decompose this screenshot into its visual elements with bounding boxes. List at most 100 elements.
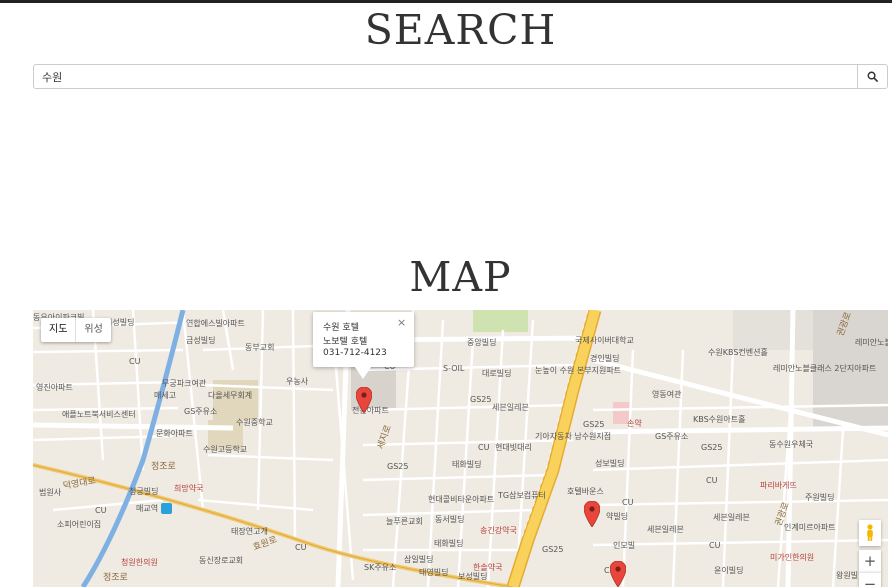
map-label: 주원빌딩 — [805, 493, 835, 502]
map-label: 삼일빌딩 — [404, 555, 434, 564]
map-label: 동부교회 — [245, 343, 275, 352]
map-label: 인모빌 — [613, 541, 636, 550]
map-label: 다올세무회계 — [208, 391, 253, 400]
map-label: 레미안노블클래스 2단지아파트 — [773, 364, 877, 373]
map-label: 무궁파크여관 — [162, 379, 207, 388]
map-label: 호텔바운스 — [567, 487, 604, 496]
map-label: KBS수원아트홀 — [693, 415, 746, 424]
marker-pin-icon — [355, 386, 373, 414]
map-label: CU — [622, 498, 634, 507]
map-label: GS25 — [542, 545, 564, 554]
map-label: 미가인한의원 — [770, 553, 815, 562]
map-label: 소피어린이집 — [57, 520, 102, 529]
info-phone: 031-712-4123 — [323, 348, 387, 358]
map-label: 현대빗대리 — [495, 443, 532, 452]
map-marker[interactable] — [355, 386, 373, 414]
search-input[interactable] — [33, 64, 858, 89]
zoom-in-button[interactable]: + — [859, 550, 881, 572]
map-label: GS25 — [583, 420, 605, 429]
map-label: 청궁빌딩 — [129, 487, 159, 496]
map-label: 대로빌딩 — [482, 369, 512, 378]
map-type-control: 지도 위성 — [41, 318, 111, 342]
map-label: 연합에스빌아파트 — [186, 319, 245, 328]
map-label: 현대콜비타운아파트 — [428, 495, 495, 504]
map-label: GS25 — [470, 395, 492, 404]
map-label: 중앙빌딩 — [467, 338, 497, 347]
map-label: 금성빌딩 — [186, 336, 216, 345]
map-label: CU — [129, 357, 141, 366]
map-label: 경인빌딩 — [590, 354, 620, 363]
map-label: 레미안노블 1단지 — [855, 338, 888, 347]
map-label: 세븐일레븐 — [647, 525, 684, 534]
map-label: CU — [95, 506, 107, 515]
map-label: 동신장로교회 — [199, 556, 244, 565]
map-label: 문화아파트 — [156, 429, 193, 438]
info-hotel-name: 수원 호텔 — [323, 323, 359, 333]
zoom-out-button[interactable]: − — [859, 572, 881, 587]
map-label: 기아자동차 남수원지점 — [535, 432, 612, 441]
map-view[interactable]: 동우아이파크빌 거성빌딩 연합에스빌아파트 금성빌딩 동부교회 영진아파트 무궁… — [33, 310, 888, 587]
map-label: 희망약국 — [174, 484, 204, 493]
map-label: 수원고등학교 — [203, 445, 248, 454]
map-label: TG삼보컴퓨터 — [498, 491, 546, 500]
search-heading: SEARCH — [364, 6, 557, 54]
map-label: 정조로 — [151, 462, 176, 472]
map-label: 인계미르아파트 — [784, 523, 836, 532]
map-label: 약빌딩 — [606, 512, 629, 521]
map-label: 영진아파트 — [36, 383, 73, 392]
map-label: GS주유소 — [655, 432, 689, 441]
info-window-tail — [355, 367, 371, 379]
map-label: CU — [478, 443, 490, 452]
map-label: 동수원우체국 — [769, 440, 814, 449]
map-label: 한솔약국 — [473, 563, 503, 572]
map-label: 청원한의원 — [121, 558, 158, 567]
map-label: 윤이빌딩 — [714, 566, 744, 575]
map-label: 눈높이 수원 본부지원파트 — [535, 366, 622, 375]
map-label: 애플노트북서비스센터 — [62, 410, 136, 419]
map-label: CU — [709, 541, 721, 550]
map-marker[interactable] — [583, 500, 601, 528]
map-label: 범원사 — [39, 488, 62, 497]
map-type-satellite-button[interactable]: 위성 — [75, 318, 110, 342]
close-icon[interactable]: × — [397, 317, 406, 329]
map-label: 성보빌딩 — [595, 459, 625, 468]
map-label: 우농사 — [286, 377, 309, 386]
map-label: 매교역 — [136, 504, 159, 513]
map-label: S-OIL — [443, 364, 465, 373]
map-type-map-button[interactable]: 지도 — [41, 318, 75, 342]
pegman-figure-icon — [867, 524, 873, 541]
map-label: GS주유소 — [184, 407, 218, 416]
street-view-pegman-icon[interactable] — [859, 520, 881, 546]
map-label: 동서빌딩 — [435, 515, 465, 524]
marker-pin-icon — [583, 500, 601, 528]
map-label: 영동여관 — [652, 390, 682, 399]
map-label: 국제사이버대학교 — [575, 336, 634, 345]
map-info-window: 수원 호텔 노보텔 호텔 031-712-4123 × — [313, 312, 414, 379]
map-label: 수원KBS컨벤션홀 — [708, 348, 768, 357]
map-heading: MAP — [409, 253, 512, 301]
map-label: 매세고 — [154, 391, 177, 400]
map-label: 태화빌딩 — [452, 460, 482, 469]
map-label: 손약 — [627, 419, 642, 428]
subway-icon — [161, 503, 172, 514]
map-label: 정조로 — [103, 573, 128, 583]
map-label: 늘푸른교회 — [386, 517, 423, 526]
search-button[interactable] — [857, 64, 888, 89]
map-label: 태장연고개 — [231, 527, 268, 536]
map-label: 태화빌딩 — [434, 539, 464, 548]
search-icon — [867, 71, 878, 82]
info-hotel-subtitle: 노보텔 호텔 — [323, 337, 368, 347]
map-label: CU — [706, 476, 718, 485]
map-label: 세븐일레븐 — [713, 513, 750, 522]
marker-pin-icon — [609, 560, 627, 587]
map-label: 보성빌딩 — [458, 572, 488, 581]
map-label: CU — [295, 543, 307, 552]
map-label: 파리바게뜨 — [760, 481, 797, 490]
map-label: SK주유소 — [364, 563, 397, 572]
map-label: 수원중학교 — [236, 418, 273, 427]
map-label: 세븐일레븐 — [492, 403, 529, 412]
search-bar — [33, 64, 888, 89]
map-label: 송긴강약국 — [480, 526, 517, 535]
map-marker[interactable] — [609, 560, 627, 587]
map-label: GS25 — [387, 462, 409, 471]
